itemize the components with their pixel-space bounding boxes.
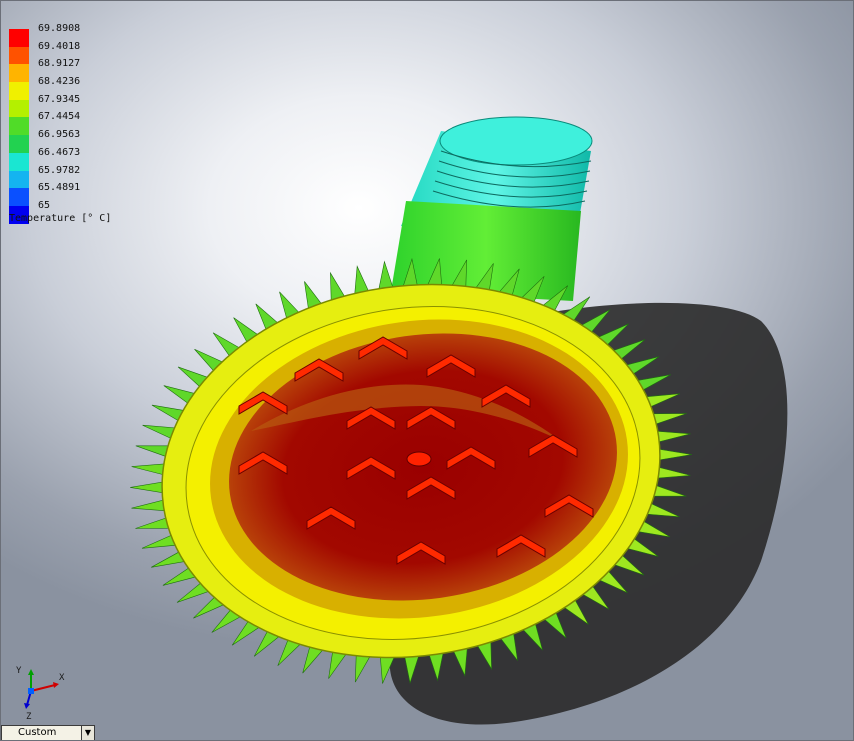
view-orientation-select[interactable]: Custom ▼ <box>1 725 95 740</box>
legend-title: Temperature [° C] <box>9 213 112 224</box>
temperature-legend: 69.8908 69.4018 68.9127 68.4236 67.9345 67.44… <box>9 23 119 224</box>
legend-swatch <box>9 135 29 153</box>
legend-swatch <box>9 99 29 118</box>
legend-tick-label: 69.4018 <box>38 40 81 52</box>
legend-swatch <box>9 64 29 83</box>
legend-tick-label: 65 <box>38 199 51 211</box>
legend-swatch <box>9 46 29 65</box>
triad-y-label: Y <box>16 666 22 676</box>
legend-swatch <box>9 188 29 206</box>
legend-tick-label: 67.9345 <box>38 93 81 105</box>
chevron-down-icon[interactable]: ▼ <box>81 726 94 740</box>
center-hole <box>406 451 432 467</box>
legend-swatch <box>9 170 29 189</box>
triad-z-label: Z <box>26 712 32 719</box>
axis-triad-icon: Y X Z <box>16 666 65 719</box>
legend-tick-label: 69.8908 <box>38 23 81 34</box>
legend-swatch <box>9 117 29 136</box>
legend-swatch <box>9 29 29 47</box>
view-orientation-value: Custom <box>18 727 57 738</box>
legend-tick-label: 67.4454 <box>38 111 81 123</box>
legend-swatch <box>9 82 29 100</box>
legend-swatch <box>9 152 29 171</box>
thermal-model-view[interactable] <box>1 1 854 741</box>
legend-tick-label: 65.4891 <box>38 182 81 194</box>
triad-x-label: X <box>59 673 65 683</box>
graphics-viewport[interactable]: 69.8908 69.4018 68.9127 68.4236 67.9345 67.44… <box>0 0 854 741</box>
legend-tick-label: 66.9563 <box>38 129 81 141</box>
legend-tick-label: 65.9782 <box>38 164 81 176</box>
legend-row: 65.4891 <box>9 182 119 206</box>
legend-tick-label: 68.4236 <box>38 76 81 88</box>
legend-tick-label: 68.9127 <box>38 58 81 70</box>
legend-tick-label: 66.4673 <box>38 146 81 158</box>
